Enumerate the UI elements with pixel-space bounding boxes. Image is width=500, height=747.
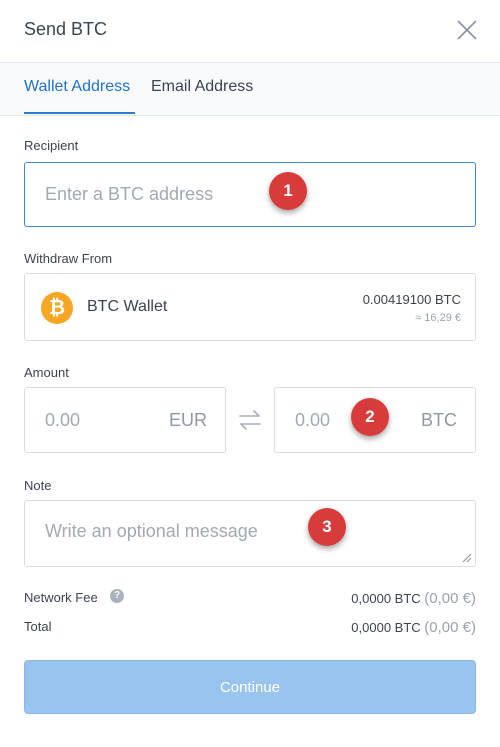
amount-btc-value: 0.00 bbox=[295, 410, 331, 430]
continue-button[interactable]: Continue bbox=[24, 660, 476, 714]
network-fee-eur: (0,00 €) bbox=[424, 590, 476, 607]
amount-eur-input[interactable]: 0.00 EUR bbox=[24, 387, 226, 453]
resize-grip-icon[interactable] bbox=[462, 553, 472, 563]
modal-header: Send BTC bbox=[0, 0, 500, 63]
note-label: Note bbox=[24, 478, 52, 493]
bitcoin-logo-icon: ₿ bbox=[41, 292, 73, 324]
annotation-badge-3: 3 bbox=[308, 508, 346, 546]
amount-label: Amount bbox=[24, 365, 69, 380]
note-field[interactable] bbox=[24, 500, 476, 567]
wallet-name: BTC Wallet bbox=[87, 298, 168, 315]
swap-currency-icon[interactable] bbox=[237, 408, 263, 432]
amount-eur-currency: EUR bbox=[168, 410, 207, 430]
close-icon[interactable] bbox=[456, 19, 478, 41]
modal-title: Send BTC bbox=[24, 19, 108, 39]
send-btc-modal: Send BTC Wallet Address Email Address Re… bbox=[0, 0, 500, 747]
annotation-badge-2: 2 bbox=[351, 398, 389, 436]
total-btc: 0,0000 BTC bbox=[351, 620, 421, 635]
amount-eur-value: 0.00 bbox=[45, 410, 81, 430]
wallet-balance-eur: ≈ 16,29 € bbox=[415, 312, 461, 324]
tab-bar: Wallet Address Email Address bbox=[0, 63, 500, 116]
recipient-label: Recipient bbox=[24, 138, 79, 153]
wallet-selector[interactable]: ₿ BTC Wallet 0.00419100 BTC ≈ 16,29 € bbox=[24, 273, 476, 341]
network-fee-label: Network Fee bbox=[24, 590, 98, 605]
tab-wallet-address[interactable]: Wallet Address bbox=[24, 78, 130, 96]
active-tab-indicator bbox=[24, 112, 135, 114]
recipient-field[interactable] bbox=[24, 162, 476, 227]
wallet-balance-btc: 0.00419100 BTC bbox=[362, 292, 461, 307]
network-fee-value: 0,0000 BTC (0,00 €) bbox=[351, 590, 476, 607]
network-fee-btc: 0,0000 BTC bbox=[351, 591, 421, 606]
annotation-badge-1: 1 bbox=[269, 172, 307, 210]
total-value: 0,0000 BTC (0,00 €) bbox=[351, 619, 476, 636]
recipient-input[interactable] bbox=[25, 163, 475, 226]
amount-btc-currency: BTC bbox=[421, 410, 457, 430]
withdraw-from-label: Withdraw From bbox=[24, 251, 113, 266]
tab-email-address[interactable]: Email Address bbox=[151, 78, 253, 96]
network-fee-row: Network Fee ? 0,0000 BTC (0,00 €) bbox=[24, 589, 476, 610]
total-eur: (0,00 €) bbox=[424, 619, 476, 636]
help-icon[interactable]: ? bbox=[110, 589, 124, 603]
note-textarea[interactable] bbox=[25, 501, 475, 566]
total-label: Total bbox=[24, 619, 52, 634]
total-row: Total 0,0000 BTC (0,00 €) bbox=[24, 619, 476, 639]
